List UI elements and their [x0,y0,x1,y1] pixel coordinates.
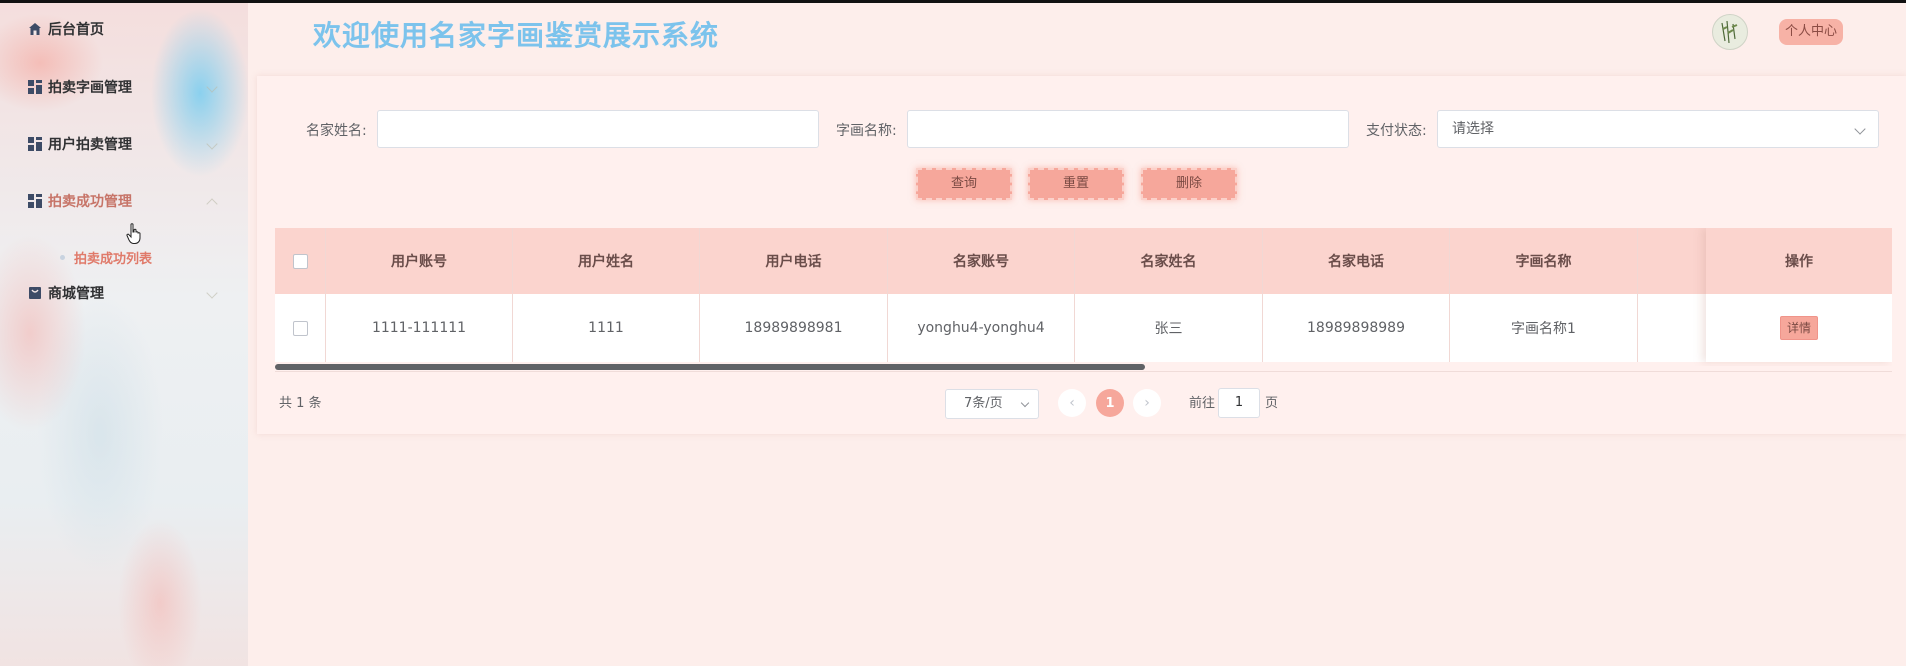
sidebar-item-mall[interactable]: 商城管理 [28,278,228,308]
total-count: 共 1 条 [279,396,322,411]
row-select-cell [275,294,326,362]
column-header[interactable]: 用户账号 [326,228,513,294]
home-icon [29,23,41,35]
pay-status-label: 支付状态: [1366,123,1427,139]
sidebar-subitem-label: 拍卖成功列表 [74,252,153,267]
reset-button[interactable]: 重置 [1028,168,1124,200]
bullet-icon [60,255,65,260]
results-table: 用户账号 用户姓名 用户电话 名家账号 名家姓名 名家电话 字画名称 1111-… [275,228,1892,366]
column-header[interactable]: 用户姓名 [513,228,700,294]
artist-name-label: 名家姓名: [306,123,367,139]
table-cell: 张三 [1075,294,1263,362]
sidebar-item-label: 后台首页 [48,22,104,38]
next-page-button[interactable]: › [1133,389,1161,417]
query-button[interactable]: 查询 [916,168,1012,200]
painting-name-label: 字画名称: [836,123,897,139]
sidebar-item-label: 用户拍卖管理 [48,137,132,153]
table-bottom-border [275,371,1892,372]
column-header[interactable]: 名家账号 [888,228,1075,294]
fixed-ops-column: 操作 详情 [1706,228,1892,362]
table-cell: 18989898989 [1263,294,1450,362]
pay-status-placeholder: 请选择 [1452,121,1494,137]
select-all-cell [275,228,326,294]
page-number-current[interactable]: 1 [1096,389,1124,417]
column-header[interactable]: 字画名称 [1450,228,1638,294]
table-cell: 1111-111111 [326,294,513,362]
page-size-value: 7条/页 [964,396,1003,411]
hand-cursor-icon [126,223,141,244]
select-all-checkbox[interactable] [292,253,308,269]
table-cell: yonghu4-yonghu4 [888,294,1075,362]
sidebar-item-home[interactable]: 后台首页 [28,14,228,44]
table-cell: 字画名称1 [1450,294,1638,362]
chevron-down-icon [1020,398,1030,408]
chevron-down-icon [206,287,218,299]
ops-cell: 详情 [1706,294,1892,362]
window-top-border [0,0,1906,3]
row-checkbox[interactable] [292,320,308,336]
sidebar-item-painting-auction[interactable]: 拍卖字画管理 [28,72,228,102]
column-header[interactable]: 名家电话 [1263,228,1450,294]
sidebar-item-label: 商城管理 [48,286,104,302]
user-center-button[interactable]: 个人中心 [1779,19,1844,45]
grid-icon [28,194,42,208]
chevron-down-icon [1854,123,1866,135]
bag-icon [29,287,41,299]
chevron-down-icon [206,138,218,150]
sidebar-item-label: 拍卖成功管理 [48,194,132,210]
column-header[interactable]: 用户电话 [700,228,888,294]
horizontal-scrollbar[interactable] [275,364,1145,370]
goto-page-input[interactable]: 1 [1218,388,1260,418]
prev-page-button[interactable]: ‹ [1058,389,1086,417]
sidebar: 后台首页 拍卖字画管理 用户拍卖管理 拍卖成功管理 拍卖成功列表 商城管理 [0,3,248,666]
chevron-down-icon [206,81,218,93]
table-header: 用户账号 用户姓名 用户电话 名家账号 名家姓名 名家电话 字画名称 [275,228,1892,294]
grid-icon [28,80,42,94]
grid-icon [28,137,42,151]
sidebar-subitem-success-list[interactable]: 拍卖成功列表 [60,248,152,267]
avatar-image-icon [1721,20,1738,44]
chevron-up-icon [206,198,218,210]
column-header[interactable]: 名家姓名 [1075,228,1263,294]
table-cell: 1111 [513,294,700,362]
goto-suffix: 页 [1265,396,1279,411]
goto-label: 前往 [1189,396,1216,411]
sidebar-item-auction-success[interactable]: 拍卖成功管理 [28,186,228,216]
ops-column-header: 操作 [1706,228,1892,294]
pay-status-select[interactable]: 请选择 [1437,110,1879,148]
sidebar-item-user-auction[interactable]: 用户拍卖管理 [28,129,228,159]
detail-button[interactable]: 详情 [1779,316,1818,340]
painting-name-input[interactable] [907,110,1349,148]
chevron-right-icon: › [1144,395,1150,411]
sidebar-item-label: 拍卖字画管理 [48,80,132,96]
avatar[interactable] [1712,14,1748,50]
table-row[interactable]: 1111-111111 1111 18989898981 yonghu4-yon… [275,294,1892,362]
page-size-select[interactable]: 7条/页 [945,389,1039,419]
table-cell: 18989898981 [700,294,888,362]
page-title: 欢迎使用名家字画鉴赏展示系统 [313,19,720,52]
delete-button[interactable]: 删除 [1141,168,1237,200]
artist-name-input[interactable] [377,110,819,148]
chevron-left-icon: ‹ [1069,395,1075,411]
